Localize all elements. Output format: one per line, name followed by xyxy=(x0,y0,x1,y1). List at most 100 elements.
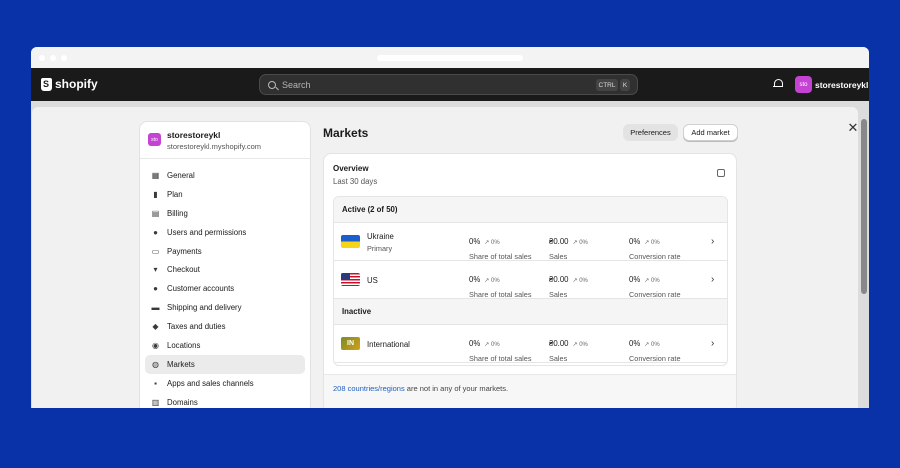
countries-link[interactable]: 208 countries/regions xyxy=(333,384,405,393)
scrollbar[interactable] xyxy=(861,119,867,294)
sales-metric: ₴0.00 ↗ 0% Sales xyxy=(549,333,588,363)
sidebar-item-locations[interactable]: ◉ Locations xyxy=(145,336,305,355)
metric-delta: ↗ 0% xyxy=(572,240,588,246)
share-metric: 0% ↗ 0% Share of total sales xyxy=(469,333,531,363)
sidebar-item-taxes[interactable]: ◆ Taxes and duties xyxy=(145,317,305,336)
sidebar-item-label: Apps and sales channels xyxy=(167,378,254,388)
users-icon: ● xyxy=(153,227,158,237)
markets-card: Overview Last 30 days Active (2 of 50) U… xyxy=(323,153,737,408)
sidebar-item-billing[interactable]: ▤ Billing xyxy=(145,204,305,223)
payments-icon: ▭ xyxy=(151,246,160,256)
settings-sidebar: sto storestoreykl storestoreykl.myshopif… xyxy=(139,121,311,408)
metric-label: Share of total sales xyxy=(469,354,532,363)
share-metric: 0% ↗ 0% Share of total sales xyxy=(469,269,531,299)
sales-metric: ₴0.00 ↗ 0% Sales xyxy=(549,231,588,261)
location-icon: ◉ xyxy=(152,340,159,350)
analytics-icon[interactable] xyxy=(717,169,725,177)
metric-delta: ↗ 0% xyxy=(644,278,660,284)
chevron-right-icon[interactable]: › xyxy=(711,236,714,247)
window-dot[interactable] xyxy=(39,55,45,61)
bell-icon[interactable] xyxy=(773,79,783,89)
window-dot[interactable] xyxy=(50,55,56,61)
inactive-group-header: Inactive xyxy=(334,299,727,325)
settings-modal: ✕ sto storestoreykl storestoreykl.myshop… xyxy=(32,107,867,408)
metric-label: Sales xyxy=(549,290,568,299)
sidebar-item-customer-accounts[interactable]: ● Customer accounts xyxy=(145,279,305,298)
truck-icon: ▬ xyxy=(151,303,160,313)
metric-label: Share of total sales xyxy=(469,290,532,299)
international-flag-icon: IN xyxy=(341,337,360,350)
sidebar-item-shipping[interactable]: ▬ Shipping and delivery xyxy=(145,298,305,317)
market-row-international[interactable]: IN International 0% ↗ 0% Share of total sa… xyxy=(334,325,727,363)
sidebar-item-label: Users and permissions xyxy=(167,227,247,237)
metric-value: 0% xyxy=(629,237,641,246)
metric-label: Conversion rate xyxy=(629,354,681,363)
market-sub: Primary xyxy=(367,244,393,253)
store-header[interactable]: sto storestoreykl storestoreykl.myshopif… xyxy=(140,122,310,159)
cart-icon: ▾ xyxy=(153,265,158,275)
store-url: storestoreykl.myshopify.com xyxy=(167,142,262,151)
store-avatar: sto xyxy=(148,133,161,146)
sidebar-item-label: General xyxy=(167,170,195,180)
metric-value: 0% xyxy=(629,275,641,284)
metric-value: 0% xyxy=(629,339,641,348)
overview-title: Overview xyxy=(333,164,369,173)
address-bar[interactable] xyxy=(377,55,523,61)
ukraine-flag-icon xyxy=(341,235,360,248)
search-bar[interactable]: Search CTRL K xyxy=(259,74,638,95)
sidebar-item-users[interactable]: ● Users and permissions xyxy=(145,223,305,242)
overview-period: Last 30 days xyxy=(333,177,378,186)
market-name: US xyxy=(367,276,378,285)
search-icon xyxy=(268,80,276,89)
footer-note: 208 countries/regions are not in any of … xyxy=(333,384,508,393)
sidebar-item-domains[interactable]: ▥ Domains xyxy=(145,393,305,408)
chevron-right-icon[interactable]: › xyxy=(711,338,714,349)
sidebar-item-checkout[interactable]: ▾ Checkout xyxy=(145,260,305,279)
active-group-header: Active (2 of 50) xyxy=(334,197,727,223)
screenshot-frame: shopify Search CTRL K sto storestoreykl … xyxy=(0,0,900,468)
metric-value: ₴0.00 xyxy=(549,275,569,284)
preferences-button[interactable]: Preferences xyxy=(623,124,678,141)
sidebar-item-markets[interactable]: ◍ Markets xyxy=(145,354,305,374)
store-name[interactable]: storestoreykl xyxy=(815,80,868,90)
sidebar-item-label: Shipping and delivery xyxy=(167,303,242,313)
content-area: ✕ sto storestoreykl storestoreykl.myshop… xyxy=(31,101,869,408)
sidebar-item-label: Taxes and duties xyxy=(167,322,226,332)
add-market-button[interactable]: Add market xyxy=(683,124,738,141)
sidebar-item-general[interactable]: ▦ General xyxy=(145,166,305,185)
customer-icon: ● xyxy=(153,284,158,294)
market-row-ukraine[interactable]: Ukraine Primary 0% ↗ 0% Share of total sal… xyxy=(334,223,727,261)
metric-label: Conversion rate xyxy=(629,252,681,261)
sidebar-item-plan[interactable]: ▮ Plan xyxy=(145,185,305,204)
share-metric: 0% ↗ 0% Share of total sales xyxy=(469,231,531,261)
shopify-topbar: shopify Search CTRL K sto storestoreykl xyxy=(31,68,869,101)
store-icon: ▦ xyxy=(151,170,160,180)
market-row-us[interactable]: US 0% ↗ 0% Share of total sales ₴0.00 ↗ 0% S… xyxy=(334,261,727,299)
chevron-right-icon[interactable]: › xyxy=(711,274,714,285)
metric-value: ₴0.00 xyxy=(549,339,569,348)
sidebar-item-apps[interactable]: ▪ Apps and sales channels xyxy=(145,374,305,393)
market-name: Ukraine xyxy=(367,232,394,241)
brand-name: shopify xyxy=(55,77,98,91)
avatar[interactable]: sto xyxy=(795,76,812,93)
globe-icon: ◍ xyxy=(152,359,159,369)
metric-delta: ↗ 0% xyxy=(644,240,660,246)
search-placeholder: Search xyxy=(282,79,311,90)
plan-icon: ▮ xyxy=(153,189,158,199)
footer-text: are not in any of your markets. xyxy=(404,384,509,393)
kbd-ctrl: CTRL xyxy=(596,79,618,91)
shopify-logo[interactable]: shopify xyxy=(41,77,98,91)
tax-icon: ◆ xyxy=(152,322,159,332)
sidebar-item-label: Customer accounts xyxy=(167,284,235,294)
browser-window: shopify Search CTRL K sto storestoreykl … xyxy=(31,47,869,408)
browser-chrome xyxy=(31,47,869,68)
metric-delta: ↗ 0% xyxy=(572,342,588,348)
sidebar-item-payments[interactable]: ▭ Payments xyxy=(145,242,305,261)
sales-metric: ₴0.00 ↗ 0% Sales xyxy=(549,269,588,299)
window-dot[interactable] xyxy=(61,55,67,61)
apps-icon: ▪ xyxy=(154,378,157,388)
metric-label: Sales xyxy=(549,354,568,363)
metric-value: 0% xyxy=(469,237,481,246)
sidebar-item-label: Payments xyxy=(167,246,202,256)
close-icon[interactable]: ✕ xyxy=(844,119,862,137)
